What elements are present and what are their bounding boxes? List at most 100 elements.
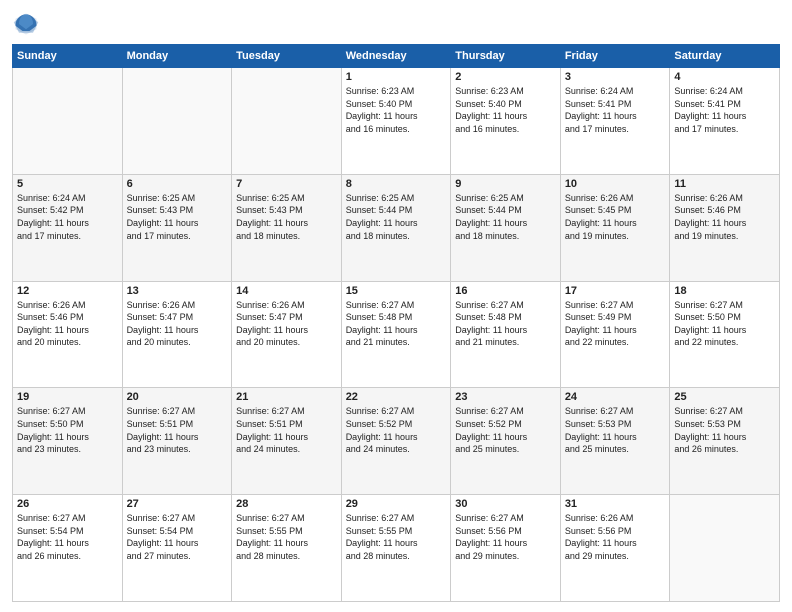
- day-cell: 14 Sunrise: 6:26 AM Sunset: 5:47 PM Dayli…: [232, 281, 342, 388]
- day-cell: 29 Sunrise: 6:27 AM Sunset: 5:55 PM Dayli…: [341, 495, 451, 602]
- day-number: 20: [127, 391, 228, 403]
- day-number: 4: [674, 71, 775, 83]
- day-info: Sunrise: 6:27 AM Sunset: 5:54 PM Dayligh…: [17, 512, 118, 562]
- day-number: 5: [17, 178, 118, 190]
- day-cell: 20 Sunrise: 6:27 AM Sunset: 5:51 PM Dayli…: [122, 388, 232, 495]
- day-info: Sunrise: 6:26 AM Sunset: 5:45 PM Dayligh…: [565, 192, 666, 242]
- day-number: 23: [455, 391, 556, 403]
- day-cell: 2 Sunrise: 6:23 AM Sunset: 5:40 PM Daylig…: [451, 68, 561, 175]
- day-info: Sunrise: 6:26 AM Sunset: 5:47 PM Dayligh…: [236, 299, 337, 349]
- day-cell: 7 Sunrise: 6:25 AM Sunset: 5:43 PM Daylig…: [232, 174, 342, 281]
- day-cell: 30 Sunrise: 6:27 AM Sunset: 5:56 PM Dayli…: [451, 495, 561, 602]
- day-number: 7: [236, 178, 337, 190]
- day-cell: 17 Sunrise: 6:27 AM Sunset: 5:49 PM Dayli…: [560, 281, 670, 388]
- day-number: 27: [127, 498, 228, 510]
- day-number: 28: [236, 498, 337, 510]
- weekday-header-row: SundayMondayTuesdayWednesdayThursdayFrid…: [13, 45, 780, 68]
- day-cell: 6 Sunrise: 6:25 AM Sunset: 5:43 PM Daylig…: [122, 174, 232, 281]
- day-info: Sunrise: 6:23 AM Sunset: 5:40 PM Dayligh…: [455, 85, 556, 135]
- day-info: Sunrise: 6:24 AM Sunset: 5:41 PM Dayligh…: [674, 85, 775, 135]
- day-cell: [232, 68, 342, 175]
- day-number: 21: [236, 391, 337, 403]
- day-number: 2: [455, 71, 556, 83]
- day-number: 11: [674, 178, 775, 190]
- day-number: 1: [346, 71, 447, 83]
- day-info: Sunrise: 6:25 AM Sunset: 5:44 PM Dayligh…: [346, 192, 447, 242]
- day-cell: 26 Sunrise: 6:27 AM Sunset: 5:54 PM Dayli…: [13, 495, 123, 602]
- day-info: Sunrise: 6:27 AM Sunset: 5:50 PM Dayligh…: [674, 299, 775, 349]
- day-info: Sunrise: 6:27 AM Sunset: 5:54 PM Dayligh…: [127, 512, 228, 562]
- week-row-2: 5 Sunrise: 6:24 AM Sunset: 5:42 PM Daylig…: [13, 174, 780, 281]
- calendar-table: SundayMondayTuesdayWednesdayThursdayFrid…: [12, 44, 780, 602]
- day-info: Sunrise: 6:23 AM Sunset: 5:40 PM Dayligh…: [346, 85, 447, 135]
- day-cell: 16Sunrise: 6:27 AM Sunset: 5:48 PM Dayli…: [451, 281, 561, 388]
- day-number: 29: [346, 498, 447, 510]
- day-cell: 19 Sunrise: 6:27 AM Sunset: 5:50 PM Dayli…: [13, 388, 123, 495]
- day-info: Sunrise: 6:27 AM Sunset: 5:50 PM Dayligh…: [17, 405, 118, 455]
- weekday-monday: Monday: [122, 45, 232, 68]
- day-info: Sunrise: 6:24 AM Sunset: 5:42 PM Dayligh…: [17, 192, 118, 242]
- day-number: 25: [674, 391, 775, 403]
- day-info: Sunrise: 6:27 AM Sunset: 5:51 PM Dayligh…: [127, 405, 228, 455]
- weekday-tuesday: Tuesday: [232, 45, 342, 68]
- day-number: 30: [455, 498, 556, 510]
- day-info: Sunrise: 6:27 AM Sunset: 5:55 PM Dayligh…: [346, 512, 447, 562]
- page: SundayMondayTuesdayWednesdayThursdayFrid…: [0, 0, 792, 612]
- weekday-thursday: Thursday: [451, 45, 561, 68]
- day-info: Sunrise: 6:27 AM Sunset: 5:51 PM Dayligh…: [236, 405, 337, 455]
- day-number: 9: [455, 178, 556, 190]
- day-number: 13: [127, 285, 228, 297]
- day-number: 10: [565, 178, 666, 190]
- day-number: 15: [346, 285, 447, 297]
- day-number: 17: [565, 285, 666, 297]
- day-number: 12: [17, 285, 118, 297]
- logo-icon: [12, 10, 40, 38]
- day-cell: 5 Sunrise: 6:24 AM Sunset: 5:42 PM Daylig…: [13, 174, 123, 281]
- weekday-saturday: Saturday: [670, 45, 780, 68]
- day-cell: 24Sunrise: 6:27 AM Sunset: 5:53 PM Dayli…: [560, 388, 670, 495]
- day-info: Sunrise: 6:27 AM Sunset: 5:52 PM Dayligh…: [346, 405, 447, 455]
- day-info: Sunrise: 6:25 AM Sunset: 5:43 PM Dayligh…: [127, 192, 228, 242]
- day-cell: [122, 68, 232, 175]
- day-number: 3: [565, 71, 666, 83]
- day-cell: 18Sunrise: 6:27 AM Sunset: 5:50 PM Dayli…: [670, 281, 780, 388]
- day-info: Sunrise: 6:27 AM Sunset: 5:53 PM Dayligh…: [674, 405, 775, 455]
- day-number: 22: [346, 391, 447, 403]
- day-number: 8: [346, 178, 447, 190]
- day-cell: 9Sunrise: 6:25 AM Sunset: 5:44 PM Daylig…: [451, 174, 561, 281]
- day-cell: 3 Sunrise: 6:24 AM Sunset: 5:41 PM Daylig…: [560, 68, 670, 175]
- day-number: 24: [565, 391, 666, 403]
- day-number: 31: [565, 498, 666, 510]
- day-info: Sunrise: 6:27 AM Sunset: 5:56 PM Dayligh…: [455, 512, 556, 562]
- day-info: Sunrise: 6:26 AM Sunset: 5:46 PM Dayligh…: [17, 299, 118, 349]
- day-cell: 1 Sunrise: 6:23 AM Sunset: 5:40 PM Daylig…: [341, 68, 451, 175]
- day-number: 14: [236, 285, 337, 297]
- day-cell: 4 Sunrise: 6:24 AM Sunset: 5:41 PM Daylig…: [670, 68, 780, 175]
- weekday-sunday: Sunday: [13, 45, 123, 68]
- day-info: Sunrise: 6:27 AM Sunset: 5:55 PM Dayligh…: [236, 512, 337, 562]
- day-cell: 13 Sunrise: 6:26 AM Sunset: 5:47 PM Dayli…: [122, 281, 232, 388]
- day-cell: 12 Sunrise: 6:26 AM Sunset: 5:46 PM Dayli…: [13, 281, 123, 388]
- day-cell: 11Sunrise: 6:26 AM Sunset: 5:46 PM Dayli…: [670, 174, 780, 281]
- day-cell: 22 Sunrise: 6:27 AM Sunset: 5:52 PM Dayli…: [341, 388, 451, 495]
- day-info: Sunrise: 6:26 AM Sunset: 5:47 PM Dayligh…: [127, 299, 228, 349]
- day-cell: 8 Sunrise: 6:25 AM Sunset: 5:44 PM Daylig…: [341, 174, 451, 281]
- day-cell: 25 Sunrise: 6:27 AM Sunset: 5:53 PM Dayli…: [670, 388, 780, 495]
- week-row-3: 12 Sunrise: 6:26 AM Sunset: 5:46 PM Dayli…: [13, 281, 780, 388]
- day-info: Sunrise: 6:24 AM Sunset: 5:41 PM Dayligh…: [565, 85, 666, 135]
- day-cell: [13, 68, 123, 175]
- day-cell: 27 Sunrise: 6:27 AM Sunset: 5:54 PM Dayli…: [122, 495, 232, 602]
- day-info: Sunrise: 6:25 AM Sunset: 5:43 PM Dayligh…: [236, 192, 337, 242]
- day-info: Sunrise: 6:27 AM Sunset: 5:49 PM Dayligh…: [565, 299, 666, 349]
- day-cell: 31Sunrise: 6:26 AM Sunset: 5:56 PM Dayli…: [560, 495, 670, 602]
- day-cell: 21 Sunrise: 6:27 AM Sunset: 5:51 PM Dayli…: [232, 388, 342, 495]
- weekday-wednesday: Wednesday: [341, 45, 451, 68]
- day-info: Sunrise: 6:27 AM Sunset: 5:52 PM Dayligh…: [455, 405, 556, 455]
- week-row-4: 19 Sunrise: 6:27 AM Sunset: 5:50 PM Dayli…: [13, 388, 780, 495]
- weekday-friday: Friday: [560, 45, 670, 68]
- week-row-1: 1 Sunrise: 6:23 AM Sunset: 5:40 PM Daylig…: [13, 68, 780, 175]
- day-number: 19: [17, 391, 118, 403]
- day-number: 6: [127, 178, 228, 190]
- day-number: 26: [17, 498, 118, 510]
- day-info: Sunrise: 6:27 AM Sunset: 5:48 PM Dayligh…: [455, 299, 556, 349]
